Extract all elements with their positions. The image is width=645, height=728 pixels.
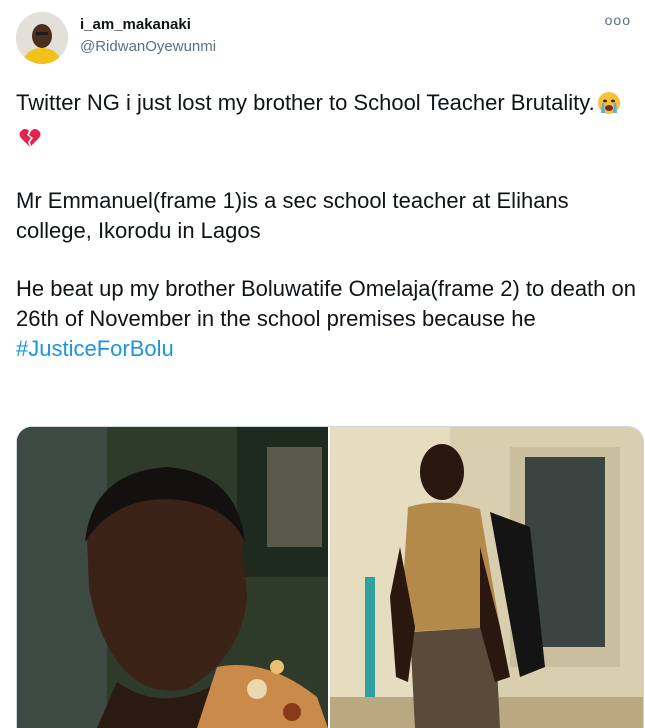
boy-school-uniform-image	[330, 427, 643, 728]
display-name[interactable]: i_am_makanaki	[80, 16, 191, 33]
user-handle[interactable]: @RidwanOyewunmi	[80, 38, 216, 55]
broken-heart-emoji-icon	[18, 126, 42, 158]
media-grid	[16, 426, 644, 728]
more-options-button[interactable]: ooo	[605, 12, 631, 28]
avatar[interactable]	[16, 12, 68, 64]
tweet-card: i_am_makanaki @RidwanOyewunmi ooo Twitte…	[0, 0, 645, 728]
tweet-paragraph-3: He beat up my brother Boluwatife Omelaja…	[16, 274, 636, 364]
crying-face-emoji-icon	[597, 91, 621, 123]
tweet-paragraph-3-text: He beat up my brother Boluwatife Omelaja…	[16, 276, 636, 331]
tweet-line-1: Twitter NG i just lost my brother to Sch…	[16, 90, 595, 115]
media-photo-2[interactable]	[330, 427, 643, 728]
tweet-text: Twitter NG i just lost my brother to Sch…	[16, 88, 636, 364]
man-portrait-image	[17, 427, 328, 728]
tweet-paragraph-2: Mr Emmanuel(frame 1)is a sec school teac…	[16, 188, 569, 243]
hashtag-link[interactable]: #JusticeForBolu	[16, 334, 636, 364]
tweet-paragraph-1: Twitter NG i just lost my brother to Sch…	[16, 88, 636, 158]
avatar-photo	[16, 12, 68, 64]
media-photo-1[interactable]	[17, 427, 328, 728]
